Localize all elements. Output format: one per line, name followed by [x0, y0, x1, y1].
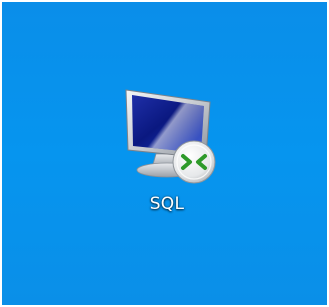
desktop-shortcut-label: SQL [149, 194, 185, 214]
desktop[interactable]: SQL [2, 2, 327, 305]
remote-desktop-connection-icon [116, 80, 220, 188]
desktop-shortcut-sql[interactable]: SQL [108, 80, 226, 228]
